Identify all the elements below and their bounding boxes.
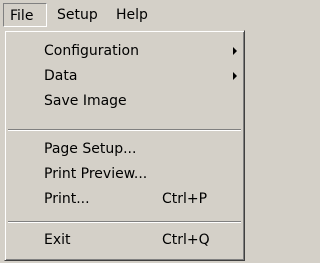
menu-separator [8, 221, 241, 223]
menu-item-shortcut: Ctrl+P [162, 191, 208, 207]
menu-item-data[interactable]: Data [8, 64, 241, 88]
menu-item-label: Data [44, 68, 78, 84]
menu-item-print[interactable]: Print... Ctrl+P [8, 187, 241, 211]
menu-item-save-image[interactable]: Save Image [8, 89, 241, 113]
menu-item-label: Page Setup... [44, 141, 137, 157]
submenu-arrow-icon [233, 47, 237, 55]
menu-file[interactable]: File [3, 3, 47, 27]
menu-item-label: Print... [44, 191, 90, 207]
menu-item-label: Exit [44, 232, 71, 248]
menu-item-print-preview[interactable]: Print Preview... [8, 162, 241, 186]
menu-item-label: Print Preview... [44, 166, 148, 182]
menu-item-exit[interactable]: Exit Ctrl+Q [8, 228, 241, 252]
menu-separator [8, 129, 241, 131]
menu-help[interactable]: Help [110, 3, 154, 27]
submenu-arrow-icon [233, 72, 237, 80]
menu-item-label: Configuration [44, 43, 139, 59]
menu-item-configuration[interactable]: Configuration [8, 39, 241, 63]
menu-item-label: Save Image [44, 93, 127, 109]
menu-setup[interactable]: Setup [51, 3, 104, 27]
menu-bar: File Setup Help [0, 0, 246, 30]
menu-item-page-setup[interactable]: Page Setup... [8, 137, 241, 161]
menu-item-shortcut: Ctrl+Q [162, 232, 210, 248]
file-menu-dropdown: Configuration Data Save Image Page Setup… [4, 30, 245, 261]
